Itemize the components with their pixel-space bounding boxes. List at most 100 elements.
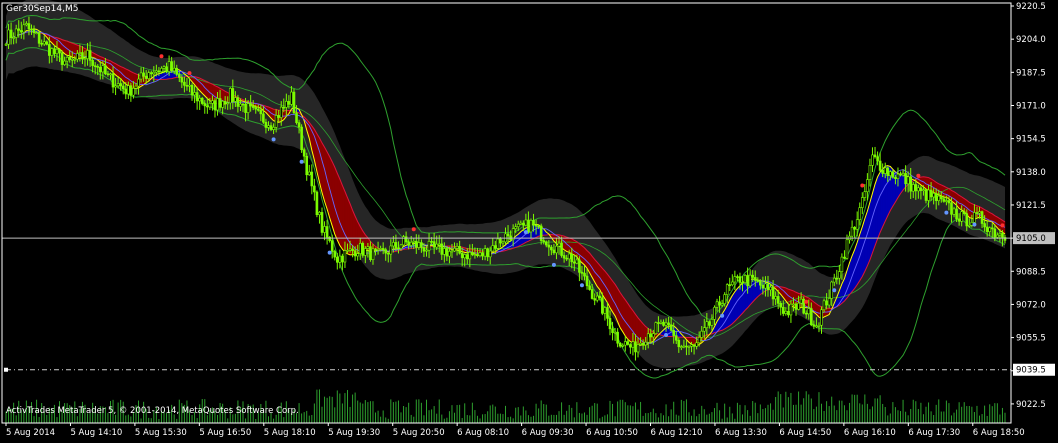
candle-body <box>99 67 101 72</box>
candle-body <box>747 275 749 285</box>
candle-body <box>382 248 384 249</box>
candle-body <box>657 323 659 324</box>
candle-body <box>701 331 703 337</box>
candle-body <box>260 110 262 114</box>
candle-body <box>948 201 950 203</box>
candle-body <box>250 104 252 107</box>
candle-body <box>273 127 275 129</box>
candle-body <box>642 343 644 345</box>
candle-body <box>433 242 435 247</box>
candle-body <box>441 244 443 255</box>
candle-body <box>359 243 361 253</box>
candle-body <box>428 241 430 250</box>
candle-body <box>652 334 654 337</box>
candle-body <box>606 307 608 318</box>
candle-body <box>568 254 570 259</box>
candle-body <box>349 249 351 250</box>
candle-body <box>423 247 425 251</box>
signal-marker <box>524 230 528 234</box>
candle-body <box>721 304 723 305</box>
candle-body <box>900 174 902 175</box>
price-chart[interactable]: 9220.59204.09187.59171.09154.59138.09121… <box>0 0 1058 439</box>
candle-body <box>800 299 802 303</box>
candle-body <box>655 323 657 334</box>
candle-body <box>234 98 236 102</box>
candle-body <box>996 235 998 237</box>
x-tick-label: 6 Aug 12:10 <box>651 428 703 438</box>
candle-body <box>823 301 825 310</box>
candle-body <box>856 220 858 230</box>
candle-body <box>303 150 305 157</box>
candle-body <box>678 340 680 347</box>
candle-body <box>734 277 736 282</box>
candle-body <box>617 332 619 343</box>
candle-body <box>130 86 132 96</box>
candle-body <box>522 223 524 225</box>
candle-body <box>448 251 450 256</box>
candle-body <box>999 233 1001 235</box>
candle-body <box>8 30 10 44</box>
y-tick-label: 9121.5 <box>1016 201 1046 211</box>
candle-body <box>339 256 341 262</box>
signal-marker <box>412 227 416 231</box>
candle-body <box>984 224 986 227</box>
candle-body <box>97 66 99 67</box>
candle-body <box>499 239 501 243</box>
candle-body <box>897 174 899 179</box>
candle-body <box>466 255 468 259</box>
candle-body <box>968 225 970 226</box>
candle-body <box>961 212 963 222</box>
candle-body <box>933 193 935 197</box>
candle-body <box>698 337 700 342</box>
candle-body <box>637 345 639 352</box>
candle-body <box>953 209 955 214</box>
candle-body <box>79 53 81 54</box>
candle-body <box>986 227 988 232</box>
symbol-label: Ger30Sep14,M5 <box>6 4 78 14</box>
candle-body <box>680 347 682 348</box>
candle-body <box>69 57 71 59</box>
candle-body <box>553 250 555 253</box>
candle-body <box>410 242 412 245</box>
candle-body <box>815 326 817 327</box>
candle-body <box>443 249 445 255</box>
candle-body <box>624 342 626 346</box>
candle-body <box>239 104 241 106</box>
candle-body <box>237 98 239 107</box>
candle-body <box>907 177 909 184</box>
candle-body <box>966 214 968 226</box>
candle-body <box>48 44 50 55</box>
candle-body <box>749 275 751 286</box>
candle-body <box>301 127 303 150</box>
candle-body <box>864 192 866 198</box>
candle-body <box>290 92 292 104</box>
candle-body <box>482 253 484 257</box>
candle-body <box>563 256 565 259</box>
candle-body <box>76 53 78 59</box>
candle-body <box>369 247 371 260</box>
candle-body <box>792 304 794 305</box>
candle-body <box>619 343 621 346</box>
candle-body <box>245 104 247 112</box>
candle-body <box>925 190 927 201</box>
candle-body <box>331 241 333 252</box>
candle-body <box>538 226 540 227</box>
candle-body <box>321 212 323 232</box>
chart-window[interactable]: 9220.59204.09187.59171.09154.59138.09121… <box>0 0 1058 439</box>
candle-body <box>833 278 835 282</box>
candle-body <box>614 332 616 333</box>
candle-body <box>219 98 221 107</box>
cloud-segment <box>875 177 878 246</box>
candle-body <box>446 249 448 257</box>
candle-body <box>836 278 838 279</box>
candle-body <box>719 302 721 305</box>
candle-body <box>790 304 792 315</box>
candle-body <box>675 336 677 341</box>
candle-body <box>120 84 122 86</box>
candle-body <box>23 25 25 32</box>
x-tick-label: 6 Aug 09:30 <box>522 428 574 438</box>
candle-body <box>668 323 670 325</box>
candle-body <box>785 311 787 313</box>
cloud-segment <box>620 293 623 332</box>
y-tick-label: 9187.5 <box>1016 68 1046 78</box>
